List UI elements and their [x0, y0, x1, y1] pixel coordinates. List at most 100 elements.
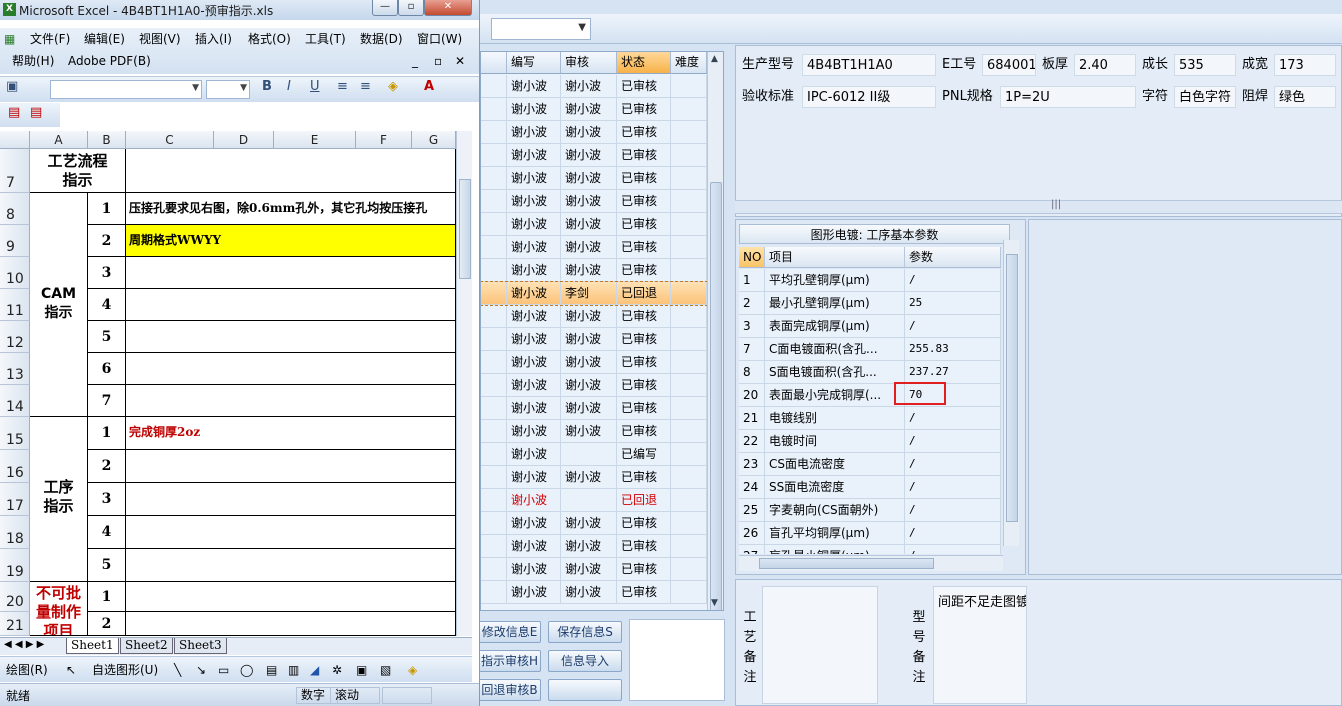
- row-header[interactable]: 11: [0, 289, 30, 321]
- font-size-combo[interactable]: ▼: [206, 80, 250, 99]
- column-header[interactable]: B: [88, 131, 126, 149]
- doc-minimize-icon[interactable]: _: [412, 52, 418, 70]
- oval-icon[interactable]: ◯: [240, 661, 253, 679]
- draw-fill-icon[interactable]: ◈: [408, 661, 417, 679]
- param-cell-value[interactable]: /: [905, 430, 1001, 452]
- list-row[interactable]: 谢小波 谢小波 已审核: [481, 236, 707, 259]
- param-cell-value[interactable]: /: [905, 545, 1001, 554]
- fill-color-icon[interactable]: ◈: [388, 77, 398, 97]
- row-header[interactable]: 14: [0, 385, 30, 417]
- textbox-icon[interactable]: ▤: [266, 661, 277, 679]
- width-value[interactable]: 173: [1274, 54, 1336, 76]
- content-cell[interactable]: [126, 582, 456, 612]
- column-header[interactable]: A: [30, 131, 88, 149]
- param-hscroll-thumb[interactable]: [759, 558, 934, 569]
- item-number-cell[interactable]: 3: [88, 483, 126, 516]
- row-header[interactable]: 20: [0, 582, 30, 612]
- list-row[interactable]: 谢小波 谢小波 已审核: [481, 351, 707, 374]
- underline-icon[interactable]: U: [310, 77, 320, 97]
- item-number-cell[interactable]: 1: [88, 193, 126, 225]
- row-header[interactable]: 18: [0, 516, 30, 549]
- param-row[interactable]: 26 盲孔平均铜厚(μm) /: [739, 522, 1001, 545]
- autoshape-menu[interactable]: 自选图形(U): [92, 661, 158, 679]
- blank-button[interactable]: [548, 679, 622, 701]
- length-value[interactable]: 535: [1174, 54, 1236, 76]
- sheet-vscroll-thumb[interactable]: [459, 179, 471, 279]
- menu-adobe-pdf[interactable]: Adobe PDF(B): [68, 52, 151, 70]
- item-number-cell[interactable]: 6: [88, 353, 126, 385]
- list-row[interactable]: 谢小波 李剑 已回退: [481, 281, 708, 306]
- param-row[interactable]: 25 字麦朝向(CS面朝外) /: [739, 499, 1001, 522]
- excel-titlebar[interactable]: X Microsoft Excel - 4B4BT1H1A0-预审指示.xls …: [0, 0, 479, 20]
- picture-icon[interactable]: ▧: [380, 661, 391, 679]
- param-row[interactable]: 2 最小孔壁铜厚(μm) 25: [739, 292, 1001, 315]
- param-row[interactable]: 20 表面最小完成铜厚(... 70: [739, 384, 1001, 407]
- list-row[interactable]: 谢小波 谢小波 已审核: [481, 144, 707, 167]
- merged-process-cell[interactable]: 工艺流程指示: [30, 149, 126, 193]
- item-number-cell[interactable]: 5: [88, 321, 126, 353]
- list-scrollbar[interactable]: ▲ ▼: [707, 52, 723, 610]
- param-row[interactable]: 7 C面电镀面积(含孔... 255.83: [739, 338, 1001, 361]
- menu-insert[interactable]: 插入(I): [195, 30, 232, 48]
- param-vscroll-thumb[interactable]: [1006, 254, 1018, 522]
- tab-nav-icon[interactable]: ◀ ◀ ▶ ▶: [4, 639, 44, 650]
- row-header[interactable]: 10: [0, 257, 30, 289]
- param-cell-value[interactable]: 255.83: [905, 338, 1001, 360]
- standard-value[interactable]: IPC-6012 II级: [802, 86, 936, 108]
- row-header[interactable]: 16: [0, 450, 30, 483]
- param-cell-value[interactable]: /: [905, 269, 1001, 291]
- list-row[interactable]: 谢小波 谢小波 已审核: [481, 558, 707, 581]
- content-cell[interactable]: [126, 289, 456, 321]
- content-cell[interactable]: [126, 612, 456, 636]
- menu-file[interactable]: 文件(F): [30, 30, 70, 48]
- arrow-icon[interactable]: ↘: [196, 661, 206, 679]
- align-center-icon[interactable]: ≡: [360, 77, 371, 97]
- list-row[interactable]: 谢小波 谢小波 已审核: [481, 374, 707, 397]
- content-cell[interactable]: [126, 516, 456, 549]
- menu-tools[interactable]: 工具(T): [305, 30, 346, 48]
- content-cell[interactable]: [126, 321, 456, 353]
- sheet-cell[interactable]: [126, 149, 456, 193]
- item-number-cell[interactable]: 2: [88, 612, 126, 636]
- filter-combo[interactable]: ▼: [491, 18, 591, 40]
- info-import-button[interactable]: 信息导入: [548, 650, 622, 672]
- content-cell[interactable]: 压接孔要求见右图，除0.6mm孔外，其它孔均按压接孔: [126, 193, 456, 225]
- minimize-button[interactable]: —: [372, 0, 398, 16]
- close-button[interactable]: ✕: [424, 0, 472, 16]
- draw-menu[interactable]: 绘图(R): [6, 661, 48, 679]
- param-vscroll[interactable]: [1003, 240, 1019, 546]
- param-cell-value[interactable]: /: [905, 522, 1001, 544]
- menu-format[interactable]: 格式(O): [248, 30, 291, 48]
- menu-view[interactable]: 视图(V): [139, 30, 181, 48]
- list-header-reviewer[interactable]: 审核: [561, 52, 617, 73]
- menu-help[interactable]: 帮助(H): [12, 52, 54, 70]
- item-number-cell[interactable]: 7: [88, 385, 126, 417]
- rectangle-icon[interactable]: ▭: [218, 661, 229, 679]
- param-cell-value[interactable]: 25: [905, 292, 1001, 314]
- list-header-status[interactable]: 状态: [617, 52, 671, 73]
- content-cell[interactable]: 完成铜厚2oz: [126, 417, 456, 450]
- thickness-value[interactable]: 2.40: [1074, 54, 1136, 76]
- row-header[interactable]: 12: [0, 321, 30, 353]
- doc-restore-icon[interactable]: ▫: [434, 52, 442, 70]
- char-value[interactable]: 白色字符: [1174, 86, 1236, 108]
- select-arrow-icon[interactable]: ↖: [66, 661, 76, 679]
- diagram-icon[interactable]: ✲: [332, 661, 342, 679]
- item-number-cell[interactable]: 2: [88, 450, 126, 483]
- row-header[interactable]: 21: [0, 612, 30, 636]
- content-cell[interactable]: [126, 483, 456, 516]
- column-header[interactable]: G: [412, 131, 456, 149]
- param-cell-value[interactable]: 237.27: [905, 361, 1001, 383]
- list-header-difficulty[interactable]: 难度: [671, 52, 707, 73]
- save-info-button[interactable]: 保存信息S: [548, 621, 622, 643]
- list-row[interactable]: 谢小波 谢小波 已审核: [481, 75, 707, 98]
- row-header[interactable]: 8: [0, 193, 30, 225]
- item-number-cell[interactable]: 4: [88, 289, 126, 321]
- param-row[interactable]: 8 S面电镀面积(含孔... 237.27: [739, 361, 1001, 384]
- modify-info-button[interactable]: 修改信息E: [478, 621, 541, 643]
- save-icon[interactable]: ▣: [6, 77, 18, 97]
- mask-value[interactable]: 绿色: [1274, 86, 1336, 108]
- scroll-up-icon[interactable]: ▲: [711, 54, 718, 64]
- pnl-value[interactable]: 1P=2U: [1000, 86, 1136, 108]
- menu-edit[interactable]: 编辑(E): [84, 30, 125, 48]
